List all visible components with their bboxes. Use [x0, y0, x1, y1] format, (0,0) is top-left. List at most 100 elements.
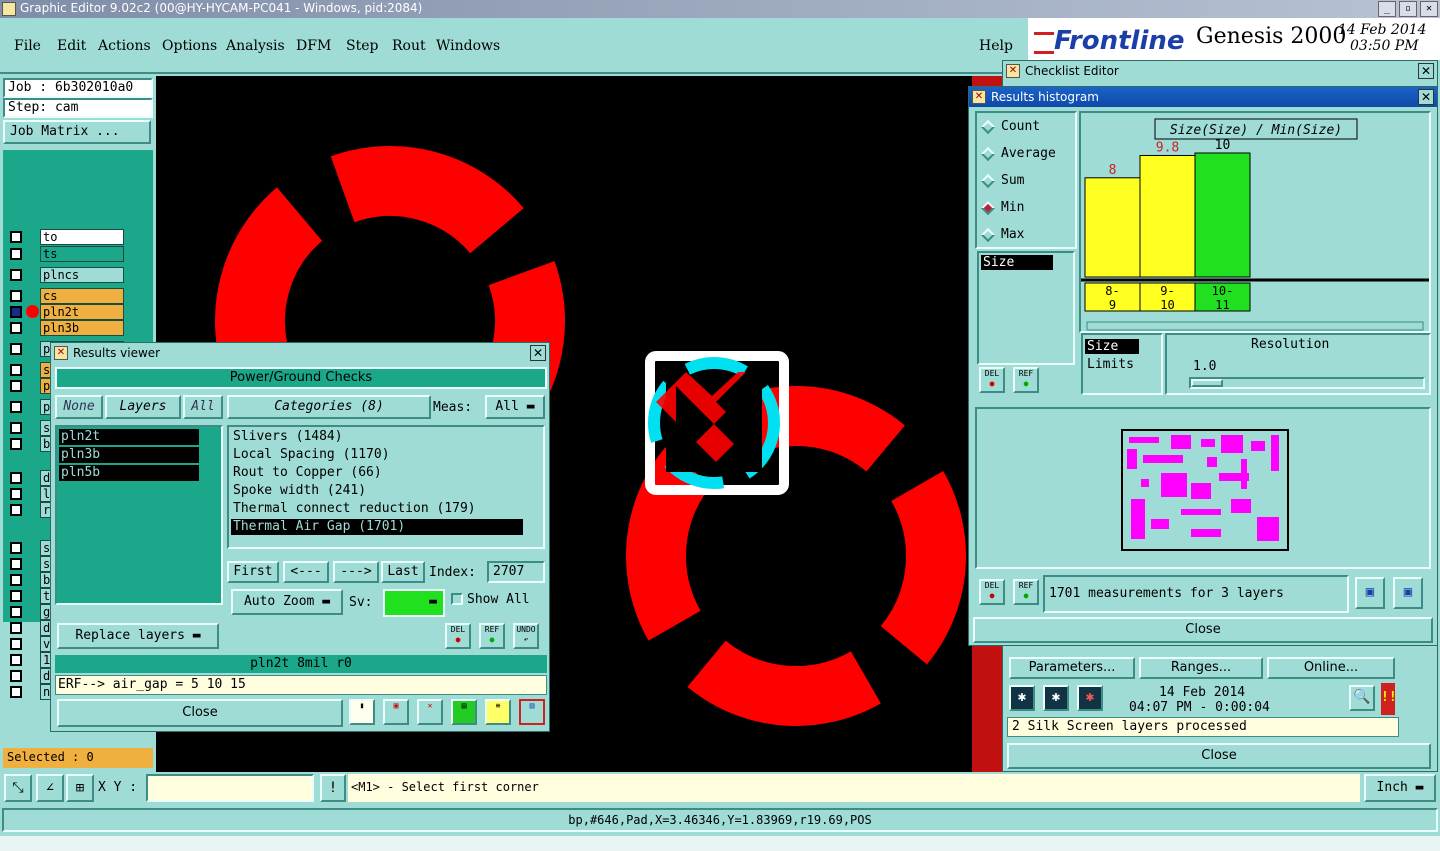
layer-checkbox[interactable] [10, 401, 22, 413]
layer-checkbox[interactable] [10, 504, 22, 516]
layer-checkbox[interactable] [10, 438, 22, 450]
layer-row-hidden[interactable]: s [8, 556, 52, 572]
layer-row-hidden[interactable]: b [8, 436, 52, 452]
menu-dfm[interactable]: DFM [296, 38, 331, 54]
prev-button[interactable]: <--- [283, 561, 329, 583]
layer-checkbox[interactable] [10, 488, 22, 500]
layer-row-hidden[interactable]: b [8, 572, 52, 588]
categories-tab[interactable]: Categories (8) [227, 395, 431, 419]
ranges-button[interactable]: Ranges... [1139, 657, 1263, 679]
layer-row-hidden[interactable]: l [8, 486, 52, 502]
layer-checkbox[interactable] [10, 343, 22, 355]
histogram-bar[interactable] [1084, 177, 1141, 278]
run-all-icon[interactable]: ✱ [1043, 685, 1069, 711]
ref-button[interactable]: REF ● [479, 623, 505, 649]
category-item[interactable]: Thermal Air Gap (1701) [231, 519, 523, 535]
layer-checkbox[interactable] [10, 622, 22, 634]
layer-checkbox[interactable] [10, 638, 22, 650]
notes-icon[interactable]: ≡ [485, 699, 511, 725]
layer-checkbox[interactable] [10, 590, 22, 602]
grid-icon[interactable]: ⊞ [66, 774, 94, 802]
layer-row-pln3b[interactable]: pln3b [8, 320, 126, 336]
layer-row-hidden[interactable]: d [8, 470, 52, 486]
results-viewer-close-icon[interactable]: ✕ [530, 345, 546, 361]
parameters-button[interactable]: Parameters... [1009, 657, 1135, 679]
minimize-button[interactable]: _ [1378, 1, 1396, 17]
layer-checkbox[interactable] [10, 248, 22, 260]
menu-edit[interactable]: Edit [57, 38, 86, 54]
first-button[interactable]: First [227, 561, 279, 583]
undo-button[interactable]: UNDO ↶ [513, 623, 539, 649]
layer-checkbox[interactable] [10, 306, 22, 318]
category-item[interactable]: Rout to Copper (66) [231, 465, 523, 481]
hist-del-button[interactable]: DEL ● [979, 367, 1005, 393]
warning-icon[interactable]: ! [320, 774, 346, 802]
layer-name[interactable]: ts [40, 246, 124, 262]
menu-options[interactable]: Options [162, 38, 217, 54]
all-button[interactable]: All [183, 395, 223, 419]
category-listbox[interactable]: Slivers (1484) Local Spacing (1170) Rout t… [227, 425, 545, 549]
sv-color-dropdown[interactable]: ▬ [383, 589, 445, 617]
menu-analysis[interactable]: Analysis [226, 38, 285, 54]
chart-icon[interactable]: ▥ [519, 699, 545, 725]
result-layer-item[interactable]: pln2t [59, 429, 199, 445]
layer-checkbox[interactable] [10, 574, 22, 586]
export-icon[interactable]: ▤ [451, 699, 477, 725]
layer-row-hidden[interactable]: r [8, 502, 52, 518]
limits-label[interactable]: Limits [1087, 357, 1134, 372]
show-all-checkbox[interactable] [451, 593, 463, 605]
histogram-bar[interactable] [1139, 154, 1196, 278]
layer-row-hidden[interactable]: d [8, 668, 52, 684]
layer-row-cs[interactable]: cs [8, 288, 126, 304]
zoom-to-fit-icon[interactable]: ▣ [1355, 577, 1385, 609]
del-button[interactable]: DEL ● [445, 623, 471, 649]
stat-listbox[interactable]: Size [977, 251, 1075, 365]
menu-step[interactable]: Step [346, 38, 378, 54]
layer-checkbox[interactable] [10, 290, 22, 302]
layers-tab[interactable]: Layers [105, 395, 181, 419]
layer-checkbox[interactable] [10, 322, 22, 334]
layer-checkbox[interactable] [10, 231, 22, 243]
layer-row-hidden[interactable]: s [8, 420, 52, 436]
auto-zoom-dropdown[interactable]: Auto Zoom ▬ [231, 589, 343, 615]
zoom-region-icon[interactable]: ▣ [1393, 577, 1423, 609]
menu-windows[interactable]: Windows [436, 38, 500, 54]
delete-report-icon[interactable]: ✕ [417, 699, 443, 725]
layer-row-to[interactable]: to [8, 229, 126, 245]
layer-name[interactable]: pln2t [40, 304, 124, 320]
report-icon[interactable]: ▣ [383, 699, 409, 725]
chart-scrollbar[interactable] [1086, 321, 1424, 331]
run-icon[interactable]: ✱ [1009, 685, 1035, 711]
category-item[interactable]: Spoke width (241) [231, 483, 523, 499]
layer-checkbox[interactable] [10, 670, 22, 682]
layer-row-hidden[interactable]: 1 [8, 652, 52, 668]
measure-icon[interactable]: ∠ [36, 774, 64, 802]
category-item[interactable]: Slivers (1484) [231, 429, 523, 445]
layer-checkbox[interactable] [10, 472, 22, 484]
histogram-close-button[interactable]: Close [973, 617, 1433, 643]
layer-name[interactable]: to [40, 229, 124, 245]
hist-ref-button-2[interactable]: REF ● [1013, 579, 1039, 605]
online-button[interactable]: Online... [1267, 657, 1395, 679]
checklist-close-icon[interactable]: ✕ [1418, 63, 1434, 79]
layer-row-pln2t[interactable]: pln2t [8, 304, 126, 320]
stat-list-item[interactable]: Size [981, 255, 1053, 270]
menu-rout[interactable]: Rout [392, 38, 426, 54]
histogram-close-icon[interactable]: ✕ [1418, 89, 1434, 105]
result-layer-item[interactable]: pln3b [59, 447, 199, 463]
category-item[interactable]: Thermal connect reduction (179) [231, 501, 523, 517]
maximize-button[interactable]: ▫ [1399, 1, 1417, 17]
results-close-button[interactable]: Close [57, 699, 343, 727]
layer-checkbox[interactable] [10, 542, 22, 554]
resolution-slider[interactable] [1189, 377, 1425, 389]
histogram-bar[interactable] [1194, 152, 1251, 278]
last-button[interactable]: Last [381, 561, 425, 583]
layer-listbox[interactable]: pln2t pln3b pln5b [55, 425, 223, 605]
layer-row-ts[interactable]: ts [8, 246, 126, 262]
histogram-icon[interactable]: ▮ [349, 699, 375, 725]
mode-radio-max[interactable]: Max [980, 227, 1024, 242]
menu-file[interactable]: File [14, 38, 41, 54]
resolution-slider-thumb[interactable] [1191, 379, 1223, 387]
zoom-icon[interactable]: 🔍 [1349, 685, 1375, 711]
snap-icon[interactable]: ⤡ [4, 774, 32, 802]
